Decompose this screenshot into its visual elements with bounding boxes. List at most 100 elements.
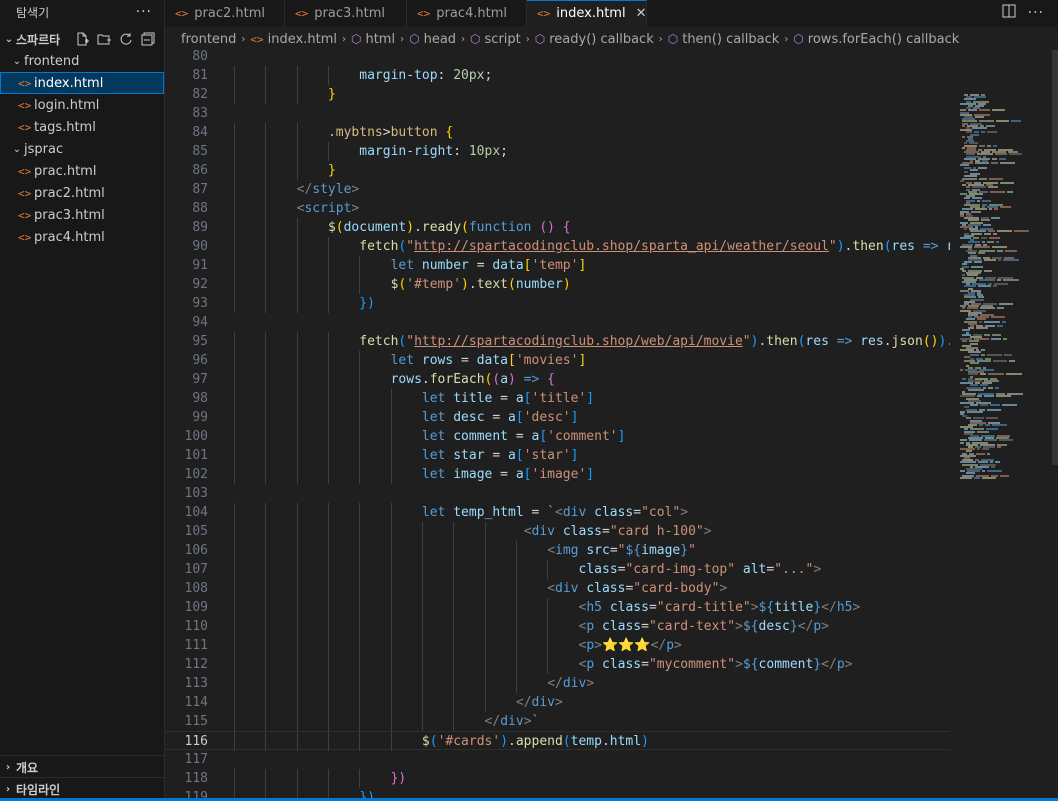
code-line[interactable]: 108 <div class="card-body"> — [165, 579, 950, 598]
code-editor[interactable]: 80 81 margin-top: 20px; 82} 83 84 .mybtns>butt… — [165, 50, 950, 801]
code-line[interactable]: 115 </div>` — [165, 712, 950, 731]
indent-guide — [453, 636, 455, 655]
breadcrumb-item[interactable]: html — [365, 32, 395, 47]
refresh-icon[interactable] — [118, 31, 134, 47]
minimap-line — [979, 278, 995, 281]
minimap-line — [993, 144, 997, 147]
indent-guide — [421, 712, 423, 731]
breadcrumb-item[interactable]: head — [424, 32, 456, 47]
code-line[interactable]: 88 <script> — [165, 199, 950, 218]
code-line[interactable]: 87 </style> — [165, 180, 950, 199]
minimap-line — [1002, 320, 1006, 323]
code-line[interactable]: 110 <p class="card-text">${desc}</p> — [165, 617, 950, 636]
file-item[interactable]: <> prac3.html — [0, 204, 164, 226]
code-line[interactable]: 116 $('#cards').append(temp.html) — [165, 731, 950, 751]
breadcrumb-separator-icon: › — [525, 33, 530, 45]
code-line[interactable]: 81 margin-top: 20px; — [165, 66, 950, 85]
breadcrumb-item[interactable]: index.html — [268, 32, 337, 47]
indent-guide — [265, 522, 267, 541]
file-item[interactable]: <> prac.html — [0, 160, 164, 182]
tab-prac3[interactable]: <> prac3.html — [285, 0, 407, 26]
more-actions-icon[interactable]: ··· — [1028, 5, 1044, 21]
tab-prac4[interactable]: <> prac4.html — [407, 0, 527, 26]
file-item[interactable]: <> tags.html — [0, 116, 164, 138]
code-line[interactable]: 83 — [165, 104, 950, 123]
file-item[interactable]: <> prac4.html — [0, 226, 164, 248]
code-line[interactable]: 82} — [165, 85, 950, 104]
line-number: 82 — [192, 87, 208, 102]
breadcrumb-item[interactable]: ready() callback — [549, 32, 653, 47]
indent-guide — [265, 503, 267, 522]
indent-guide — [359, 541, 361, 560]
minimap-line — [960, 476, 972, 479]
code-line[interactable]: 106 <img src="${image}" — [165, 541, 950, 560]
code-line[interactable]: 117 — [165, 750, 950, 769]
code-line[interactable]: 90 fetch("http://spartacodingclub.shop/sp… — [165, 237, 950, 256]
breadcrumb-item[interactable]: then() callback — [682, 32, 779, 47]
breadcrumb-item[interactable]: frontend — [181, 32, 236, 47]
workspace-root[interactable]: ⌄ 스파르타 — [0, 28, 164, 50]
minimap-line — [970, 168, 978, 171]
indent-guide — [234, 142, 235, 161]
code-line[interactable]: 102 let image = a['image'] — [165, 465, 950, 484]
code-line[interactable]: 109 <h5 class="card-title">${title}</h5> — [165, 598, 950, 617]
tab-index[interactable]: <> index.html ✕ — [527, 0, 647, 26]
tab-prac2[interactable]: <> prac2.html — [165, 0, 285, 26]
code-line[interactable]: 111 <p>⭐⭐⭐</p> — [165, 636, 950, 655]
code-line[interactable]: 103 — [165, 484, 950, 503]
minimap-line — [981, 349, 985, 352]
editor-scrollbar[interactable] — [1052, 50, 1058, 465]
code-line[interactable]: 80 — [165, 50, 950, 66]
timeline-section[interactable]: › 타임라인 — [0, 777, 165, 800]
indent-guide — [359, 560, 361, 579]
indent-guide — [265, 541, 267, 560]
file-item[interactable]: <> prac2.html — [0, 182, 164, 204]
code-line[interactable]: 92 $('#temp').text(number) — [165, 275, 950, 294]
code-line[interactable]: 100 let comment = a['comment'] — [165, 427, 950, 446]
file-item[interactable]: <> login.html — [0, 94, 164, 116]
outline-section[interactable]: › 개요 — [0, 755, 165, 778]
code-line[interactable]: 107 class="card-img-top" alt="..."> — [165, 560, 950, 579]
new-folder-icon[interactable] — [96, 31, 112, 47]
breadcrumb-item[interactable]: script — [485, 32, 521, 47]
folder-item[interactable]: ⌄ jsprac — [0, 138, 164, 160]
code-text: margin-right: 10px; — [359, 144, 508, 159]
code-line[interactable]: 89 $(document).ready(function () { — [165, 218, 950, 237]
code-line[interactable]: 91 let number = data['temp'] — [165, 256, 950, 275]
breadcrumb-item[interactable]: rows.forEach() callback — [808, 32, 960, 47]
line-number: 116 — [184, 734, 208, 749]
code-line[interactable]: 112 <p class="mycomment">${comment}</p> — [165, 655, 950, 674]
new-file-icon[interactable] — [74, 31, 90, 47]
file-item[interactable]: <> index.html — [0, 72, 164, 94]
more-actions-icon[interactable]: ··· — [136, 4, 152, 20]
close-icon[interactable]: ✕ — [636, 6, 647, 21]
code-line[interactable]: 93}) — [165, 294, 950, 313]
indent-guide — [234, 389, 235, 408]
code-line[interactable]: 114 </div> — [165, 693, 950, 712]
code-line[interactable]: 84 .mybtns>button { — [165, 123, 950, 142]
code-line[interactable]: 97 rows.forEach((a) => { — [165, 370, 950, 389]
code-line[interactable]: 104 let temp_html = `<div class="col"> — [165, 503, 950, 522]
split-editor-icon[interactable] — [1002, 4, 1016, 22]
code-line[interactable]: 118}) — [165, 769, 950, 788]
code-line[interactable]: 98 let title = a['title'] — [165, 389, 950, 408]
code-line[interactable]: 101 let star = a['star'] — [165, 446, 950, 465]
minimap[interactable] — [950, 50, 1058, 801]
code-line[interactable]: 105 <div class="card h-100"> — [165, 522, 950, 541]
code-line[interactable]: 85 margin-right: 10px; — [165, 142, 950, 161]
code-line[interactable]: 86} — [165, 161, 950, 180]
code-line[interactable]: 94 — [165, 313, 950, 332]
indent-guide — [265, 408, 267, 427]
code-line[interactable]: 95 fetch("http://spartacodingclub.shop/we… — [165, 332, 950, 351]
code-line[interactable]: 99 let desc = a['desc'] — [165, 408, 950, 427]
folder-item[interactable]: ⌄ frontend — [0, 50, 164, 72]
code-line[interactable]: 96 let rows = data['movies'] — [165, 351, 950, 370]
symbol-icon: ⬡ — [409, 32, 420, 46]
collapse-all-icon[interactable] — [140, 31, 156, 47]
code-line[interactable]: 113 </div> — [165, 674, 950, 693]
indent-guide — [484, 541, 486, 560]
indent-guide — [234, 180, 235, 199]
line-number: 109 — [184, 600, 208, 615]
indent-guide — [265, 370, 267, 389]
indent-guide — [265, 617, 267, 636]
